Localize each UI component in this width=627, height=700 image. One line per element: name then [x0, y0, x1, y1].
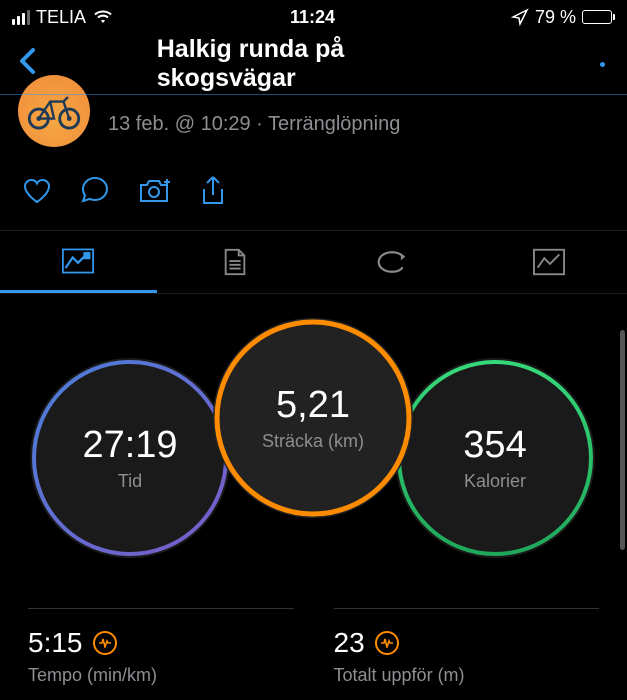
- gauge-time-value: 27:19: [82, 424, 177, 467]
- share-icon: [200, 175, 226, 207]
- stat-ascent[interactable]: 23 Totalt uppför (m): [334, 608, 600, 686]
- signal-icon: [12, 10, 30, 25]
- share-button[interactable]: [200, 175, 226, 212]
- camera-plus-icon: [138, 177, 172, 205]
- status-bar: TELIA 11:24 79 %: [0, 0, 627, 34]
- scroll-indicator[interactable]: [620, 330, 625, 550]
- tab-stats[interactable]: [0, 231, 157, 293]
- gauge-distance-value: 5,21: [276, 384, 350, 427]
- stat-pace-label: Tempo (min/km): [28, 665, 294, 686]
- more-button[interactable]: [600, 62, 605, 67]
- stat-ascent-value: 23: [334, 627, 365, 659]
- page-title: Halkig runda på skogsvägar: [157, 35, 471, 93]
- pulse-icon: [93, 631, 117, 655]
- more-dots-icon: [600, 62, 605, 67]
- tab-laps[interactable]: [314, 231, 471, 293]
- tab-chart[interactable]: [470, 231, 627, 293]
- stat-ascent-label: Totalt uppför (m): [334, 665, 600, 686]
- gauge-calories-value: 354: [463, 424, 526, 467]
- stat-pace[interactable]: 5:15 Tempo (min/km): [28, 608, 294, 686]
- status-right: 79 %: [511, 7, 615, 28]
- action-row: [0, 157, 627, 231]
- document-icon: [219, 248, 251, 276]
- gauge-distance-label: Sträcka (km): [262, 431, 364, 452]
- battery-label: 79 %: [535, 7, 576, 28]
- status-left: TELIA: [12, 7, 114, 28]
- nav-bar: Halkig runda på skogsvägar: [0, 34, 627, 94]
- gauge-time[interactable]: 27:19 Tid: [30, 358, 230, 558]
- gauge-distance[interactable]: 5,21 Sträcka (km): [213, 318, 413, 518]
- gauge-time-label: Tid: [118, 471, 142, 492]
- gauge-calories-label: Kalorier: [464, 471, 526, 492]
- gauges: 27:19 Tid 5,21 Sträcka (km) 354 Kalorier: [0, 318, 627, 578]
- location-icon: [511, 8, 529, 26]
- stat-pace-value: 5:15: [28, 627, 83, 659]
- chevron-left-icon: [18, 47, 36, 75]
- bicycle-icon: [25, 92, 83, 130]
- tabs: [0, 231, 627, 294]
- battery-icon: [582, 10, 615, 24]
- status-time: 11:24: [290, 7, 335, 28]
- lap-icon: [376, 248, 408, 276]
- carrier-label: TELIA: [36, 7, 86, 28]
- camera-button[interactable]: [138, 177, 172, 210]
- tab-details[interactable]: [157, 231, 314, 293]
- comment-icon: [80, 177, 110, 205]
- back-button[interactable]: [18, 46, 36, 83]
- comment-button[interactable]: [80, 177, 110, 210]
- divider: [0, 94, 627, 95]
- gauge-calories[interactable]: 354 Kalorier: [395, 358, 595, 558]
- heart-icon: [22, 178, 52, 204]
- stats-row: 5:15 Tempo (min/km) 23 Totalt uppför (m): [0, 578, 627, 686]
- pulse-icon: [375, 631, 399, 655]
- activity-header: 13 feb. @ 10:29 · Terränglöpning: [0, 95, 627, 157]
- stats-icon: [62, 247, 94, 275]
- activity-meta: 13 feb. @ 10:29 · Terränglöpning: [108, 113, 400, 136]
- like-button[interactable]: [22, 178, 52, 209]
- wifi-icon: [92, 9, 114, 25]
- chart-icon: [533, 248, 565, 276]
